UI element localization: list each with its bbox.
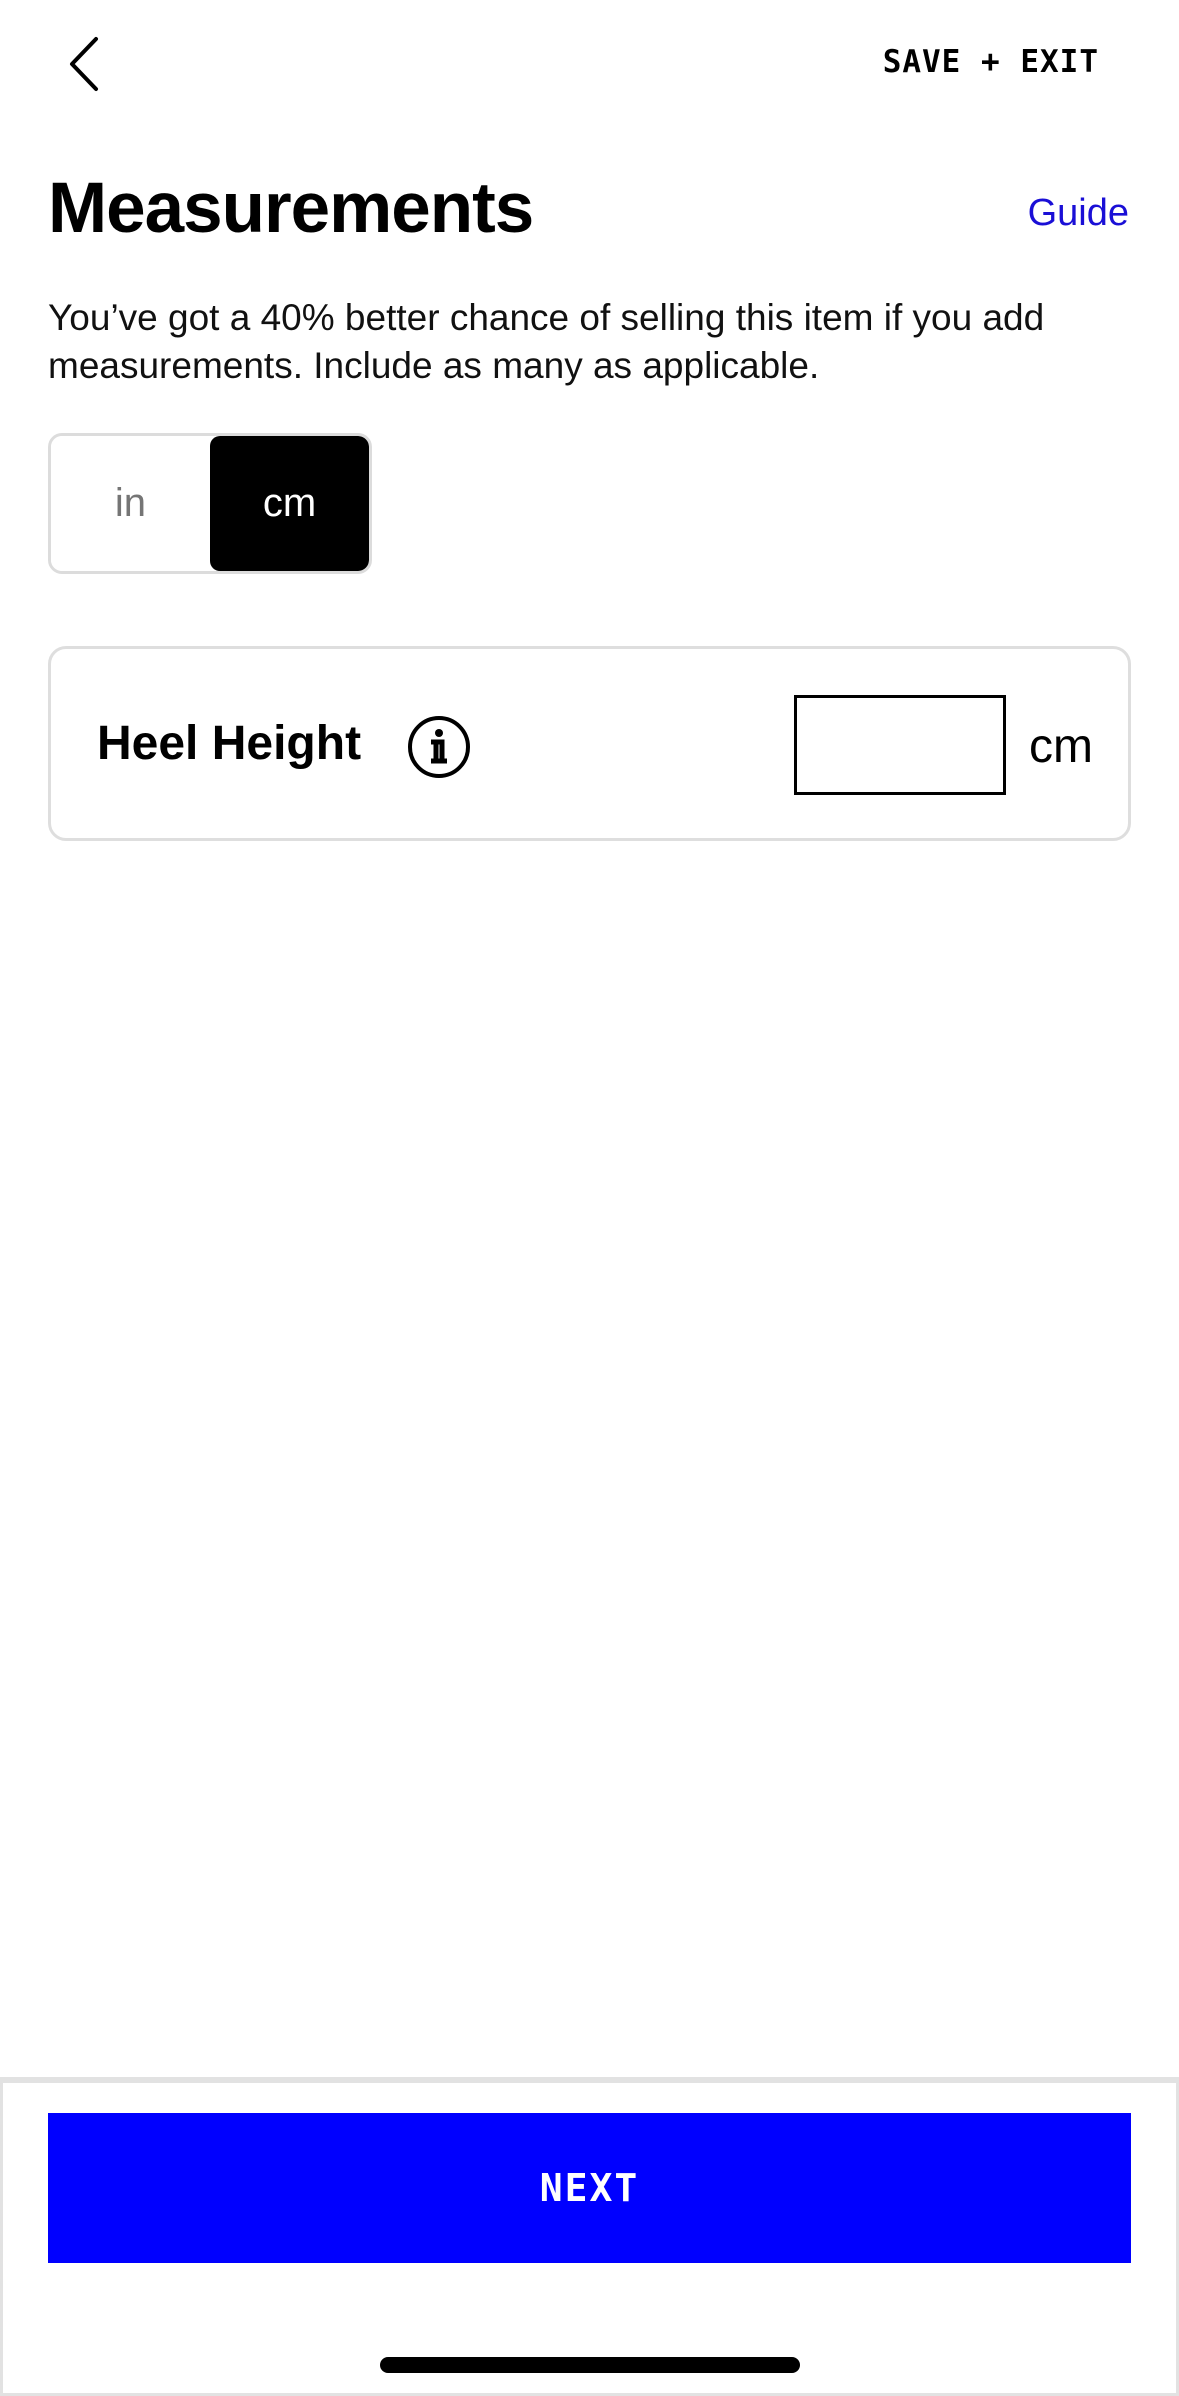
measurements-screen: SAVE + EXIT Measurements Guide You’ve go… xyxy=(0,0,1179,2396)
info-icon[interactable] xyxy=(407,715,471,779)
unit-option-in[interactable]: in xyxy=(51,436,210,571)
next-button[interactable]: NEXT xyxy=(48,2113,1131,2263)
home-indicator xyxy=(380,2357,800,2373)
guide-link[interactable]: Guide xyxy=(1028,192,1129,235)
measurement-unit: cm xyxy=(1029,720,1093,773)
save-exit-button[interactable]: SAVE + EXIT xyxy=(883,44,1099,80)
unit-toggle: in cm xyxy=(48,433,372,574)
measurement-label: Heel Height xyxy=(97,717,362,770)
page-title: Measurements xyxy=(48,169,534,248)
chevron-left-icon xyxy=(70,37,98,91)
measurement-card-heel-height: Heel Height cm xyxy=(48,646,1131,841)
unit-option-cm[interactable]: cm xyxy=(210,436,369,571)
page-subtitle: You’ve got a 40% better chance of sellin… xyxy=(48,297,1045,386)
back-button[interactable] xyxy=(48,24,120,104)
heel-height-input[interactable] xyxy=(794,695,1006,795)
